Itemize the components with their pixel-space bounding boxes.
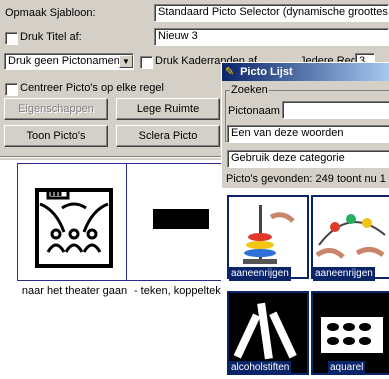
- app-icon: ✎: [225, 66, 235, 78]
- show-pictos-button[interactable]: Toon Picto's: [4, 125, 108, 147]
- result-label: aquarel: [328, 361, 366, 375]
- stacking-rings-icon: [243, 205, 295, 264]
- empty-space-button[interactable]: Lege Ruimte: [116, 98, 220, 120]
- template-label: Opmaak Sjabloon:: [5, 7, 96, 19]
- mode-select[interactable]: Een van deze woorden: [227, 125, 389, 143]
- print-title-label: Druk Titel af:: [20, 31, 82, 43]
- theater-icon: [35, 188, 113, 268]
- picto-name-label: Pictonaam: [228, 105, 280, 117]
- names-select[interactable]: Druk geen Pictonamen af: [4, 53, 134, 70]
- picto-name-input[interactable]: [282, 101, 389, 119]
- center-checkbox[interactable]: [5, 83, 18, 96]
- print-title-checkbox[interactable]: [5, 32, 18, 45]
- result-label: alcoholstiften: [229, 361, 292, 375]
- sclera-button[interactable]: Sclera Picto: [116, 125, 220, 147]
- print-title-input[interactable]: Nieuw 3: [154, 28, 389, 46]
- picto-window[interactable]: ✎ Picto Lijst Zoeken Pictonaam Een van d…: [221, 62, 389, 379]
- tile-caption: naar het theater gaan: [21, 285, 128, 297]
- print-frame-checkbox[interactable]: [140, 56, 153, 69]
- chevron-down-icon[interactable]: ▼: [119, 55, 133, 68]
- tile-theater[interactable]: [17, 163, 132, 281]
- template-field[interactable]: Standaard Picto Selector (dynamische gro…: [154, 4, 389, 22]
- window-titlebar[interactable]: ✎ Picto Lijst: [222, 63, 389, 81]
- category-select[interactable]: Gebruik deze categorie: [227, 150, 389, 168]
- result-label: aaneenrijgen: [313, 267, 375, 281]
- threading-beads-icon: [315, 214, 386, 259]
- found-count: Picto's gevonden: 249 toont nu 1 - 8: [226, 173, 389, 185]
- result-label: aaneenrijgen: [229, 267, 291, 281]
- search-group-label: Zoeken: [230, 83, 269, 97]
- center-label: Centreer Picto's op elke regel: [20, 82, 164, 94]
- properties-button[interactable]: Eigenschappen: [4, 98, 108, 120]
- window-title: Picto Lijst: [240, 66, 293, 78]
